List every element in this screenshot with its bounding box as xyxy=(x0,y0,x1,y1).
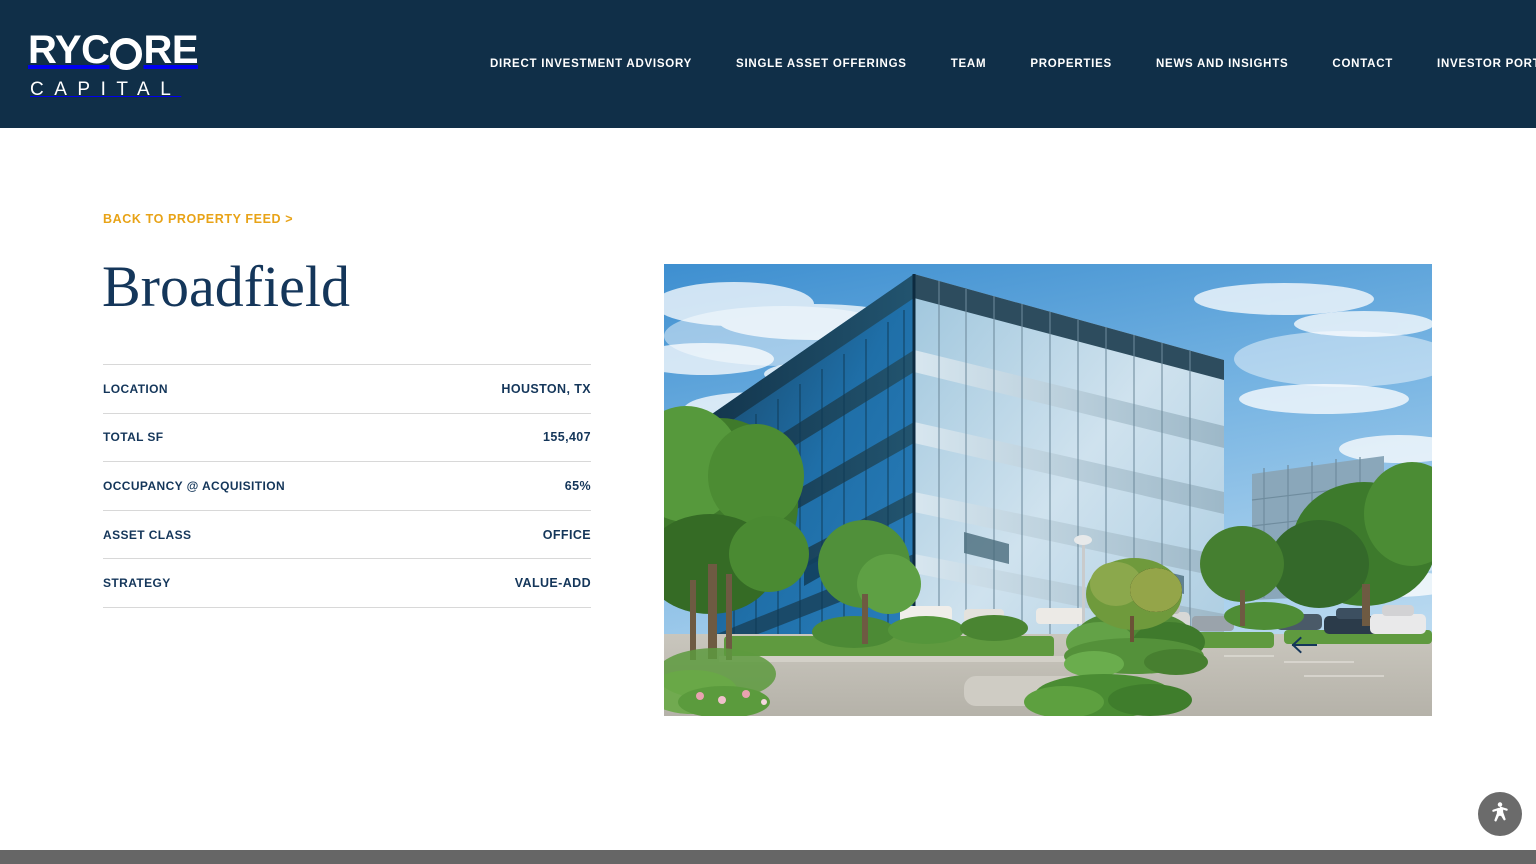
spec-value-occupancy: 65% xyxy=(564,478,591,493)
nav-single-asset-offerings[interactable]: SINGLE ASSET OFFERINGS xyxy=(736,52,907,76)
spec-value-total-sf: 155,407 xyxy=(543,430,591,445)
accessibility-person-icon xyxy=(1487,800,1513,829)
nav-news-and-insights[interactable]: NEWS AND INSIGHTS xyxy=(1156,52,1288,76)
logo-text-ry: RY xyxy=(28,28,82,72)
nav-team[interactable]: TEAM xyxy=(951,52,987,76)
circle-o-logo-mark-icon xyxy=(110,38,143,70)
nav-investor-portal[interactable]: INVESTOR PORTAL xyxy=(1437,52,1536,76)
table-row: TOTAL SF 155,407 xyxy=(103,414,591,463)
spec-value-asset-class: OFFICE xyxy=(542,527,591,542)
site-header: RY C RE CAPITAL DIRECT INVESTMENT ADVISO… xyxy=(0,0,1536,128)
page-title: Broadfield xyxy=(102,254,351,319)
arrow-left-icon xyxy=(1291,636,1317,657)
logo-subtitle: CAPITAL xyxy=(30,79,182,100)
logo-text-c: C xyxy=(81,28,110,72)
carousel-prev-button[interactable] xyxy=(1284,626,1324,666)
nav-direct-investment-advisory[interactable]: DIRECT INVESTMENT ADVISORY xyxy=(490,52,692,76)
table-row: OCCUPANCY @ ACQUISITION 65% xyxy=(103,462,591,511)
main-navigation: DIRECT INVESTMENT ADVISORY SINGLE ASSET … xyxy=(490,0,1536,128)
spec-label-total-sf: TOTAL SF xyxy=(103,430,164,445)
spec-label-location: LOCATION xyxy=(103,381,168,396)
brand-logo[interactable]: RY C RE CAPITAL xyxy=(28,28,228,100)
accessibility-widget-button[interactable] xyxy=(1478,792,1522,836)
property-spec-table: LOCATION HOUSTON, TX TOTAL SF 155,407 OC… xyxy=(103,364,591,608)
spec-value-strategy: VALUE-ADD xyxy=(514,576,591,591)
logo-text-re: RE xyxy=(143,28,199,72)
back-to-property-feed-link[interactable]: BACK TO PROPERTY FEED > xyxy=(103,212,293,226)
spec-label-asset-class: ASSET CLASS xyxy=(103,527,192,542)
logo-wordmark: RY C RE xyxy=(28,28,228,72)
property-image-carousel xyxy=(664,264,1432,716)
spec-value-location: HOUSTON, TX xyxy=(501,381,591,396)
footer-bar xyxy=(0,850,1536,864)
table-row: ASSET CLASS OFFICE xyxy=(103,511,591,560)
table-row: LOCATION HOUSTON, TX xyxy=(103,365,591,414)
spec-label-strategy: STRATEGY xyxy=(103,576,171,591)
nav-properties[interactable]: PROPERTIES xyxy=(1030,52,1112,76)
nav-contact[interactable]: CONTACT xyxy=(1332,52,1393,76)
page-content: BACK TO PROPERTY FEED > Broadfield LOCAT… xyxy=(0,128,1536,850)
table-row: STRATEGY VALUE-ADD xyxy=(103,559,591,608)
spec-label-occupancy: OCCUPANCY @ ACQUISITION xyxy=(103,478,286,493)
